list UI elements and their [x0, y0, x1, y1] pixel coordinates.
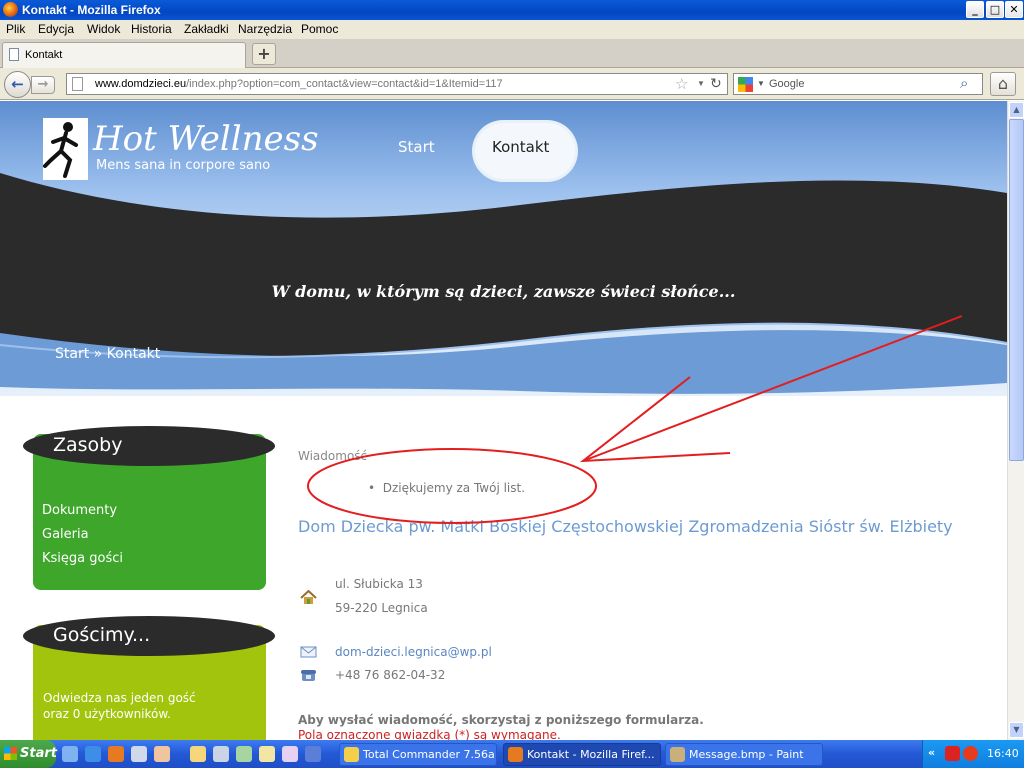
tab-bar: Kontakt [0, 39, 1024, 68]
url-bar[interactable]: www.domdzieci.eu/index.php?option=com_co… [66, 73, 728, 95]
system-tray: « 16:40 [922, 740, 1024, 768]
phone-number: +48 76 862-04-32 [335, 668, 446, 682]
taskbar-firefox[interactable]: Kontakt - Mozilla Firef... [503, 743, 661, 766]
site-header: Hot Wellness Mens sana in corpore sano S… [0, 101, 1007, 396]
logo-subtitle: Mens sana in corpore sano [96, 158, 271, 173]
total-commander-icon [344, 747, 359, 762]
folder-icon[interactable] [190, 746, 206, 762]
scrollbar-thumb[interactable] [1009, 119, 1024, 461]
chevron-down-icon[interactable]: ▼ [697, 79, 705, 88]
search-box[interactable]: ▼ Google ⌕ [733, 73, 983, 95]
url-text: www.domdzieci.eu/index.php?option=com_co… [95, 78, 503, 90]
menu-zakladki[interactable]: Zakładki [184, 22, 229, 36]
email-link[interactable]: dom-dzieci.legnica@wp.pl [335, 645, 492, 659]
window-title: Kontakt - Mozilla Firefox [22, 3, 161, 17]
guests-line-2: oraz 0 użytkowników. [43, 707, 171, 721]
message-label: Wiadomość [298, 449, 368, 463]
windows-logo-icon [4, 747, 17, 760]
tray-expand-icon[interactable]: « [928, 746, 935, 759]
minimize-button[interactable]: _ [966, 1, 984, 18]
notes-icon[interactable] [259, 746, 275, 762]
paint-icon [670, 747, 685, 762]
menu-widok[interactable]: Widok [87, 22, 120, 36]
firefox-icon [3, 2, 18, 17]
search-placeholder: Google [769, 78, 805, 90]
tab-label: Kontakt [25, 49, 63, 61]
scroll-up-icon[interactable]: ▲ [1009, 102, 1024, 118]
runner-logo-icon[interactable] [43, 118, 88, 180]
sidebar-item-galeria[interactable]: Galeria [42, 527, 89, 542]
forward-button[interactable]: → [31, 76, 55, 94]
envelope-icon [300, 644, 317, 658]
calculator-icon[interactable] [213, 746, 229, 762]
vertical-scrollbar[interactable]: ▲ ▼ [1007, 101, 1024, 740]
nav-kontakt-link[interactable]: Kontakt [492, 138, 549, 156]
message-item: • Dziękujemy za Twój list. [368, 481, 526, 495]
site-motto: W domu, w którym są dzieci, zawsze świec… [271, 282, 736, 301]
close-button[interactable]: ✕ [1005, 1, 1023, 18]
bookmark-star-icon[interactable]: ☆ [675, 75, 688, 93]
url-domain: www.domdzieci.eu [95, 78, 187, 90]
shield-icon[interactable] [945, 746, 960, 761]
menu-narzedzia[interactable]: Narzędzia [238, 22, 292, 36]
ie-icon[interactable] [85, 746, 101, 762]
sidebar-item-dokumenty[interactable]: Dokumenty [42, 503, 117, 518]
navigation-toolbar: ← → www.domdzieci.eu/index.php?option=co… [0, 68, 1024, 100]
url-path: /index.php?option=com_contact&view=conta… [186, 78, 503, 90]
sidebar-item-ksiega-gosci[interactable]: Księga gości [42, 551, 123, 566]
menu-pomoc[interactable]: Pomoc [301, 22, 338, 36]
guests-line-1: Odwiedza nas jeden gość [43, 691, 196, 705]
logo-title: Hot Wellness [93, 119, 319, 159]
reload-icon[interactable]: ↻ [710, 75, 722, 92]
resources-heading: Zasoby [23, 426, 275, 466]
media-player-icon[interactable] [131, 746, 147, 762]
org-name: Dom Dziecka pw. Matki Boskiej Częstochow… [298, 517, 953, 536]
google-icon[interactable] [738, 77, 753, 92]
save-icon[interactable] [305, 746, 321, 762]
menu-plik[interactable]: Plik [6, 22, 25, 36]
maximize-button[interactable]: □ [986, 1, 1004, 18]
chevron-down-icon[interactable]: ▼ [757, 79, 765, 88]
antivirus-icon[interactable] [963, 746, 978, 761]
breadcrumb[interactable]: Start » Kontakt [55, 346, 160, 362]
tab-kontakt[interactable]: Kontakt [2, 42, 246, 68]
taskbar-paint[interactable]: Message.bmp - Paint [665, 743, 823, 766]
nav-start-link[interactable]: Start [398, 138, 435, 156]
menu-edycja[interactable]: Edycja [38, 22, 74, 36]
taskbar: Start Total Commander 7.56a ... Kontakt … [0, 740, 1024, 768]
page-viewport: Hot Wellness Mens sana in corpore sano S… [0, 101, 1007, 740]
new-tab-button[interactable]: + [252, 43, 276, 65]
search-icon[interactable]: ⌕ [960, 75, 968, 92]
firefox-icon [508, 747, 523, 762]
start-button[interactable]: Start [0, 740, 57, 768]
guests-heading: Gościmy... [23, 616, 275, 656]
explorer-icon[interactable] [236, 746, 252, 762]
address-line-1: ul. Słubicka 13 [335, 577, 423, 591]
phone-icon [300, 667, 317, 681]
firefox-quicklaunch-icon[interactable] [108, 746, 124, 762]
address-line-2: 59-220 Legnica [335, 601, 428, 615]
form-required-note: Pola oznaczone gwiazdką (*) są wymagane. [298, 728, 561, 740]
opera-icon[interactable] [154, 746, 170, 762]
home-button[interactable]: ⌂ [990, 72, 1016, 96]
clock: 16:40 [987, 747, 1019, 760]
menu-bar: Plik Edycja Widok Historia Zakładki Narz… [0, 20, 1024, 39]
window-titlebar: Kontakt - Mozilla Firefox _ □ ✕ [0, 0, 1024, 20]
page-icon [72, 77, 83, 91]
menu-historia[interactable]: Historia [131, 22, 172, 36]
page-icon [9, 48, 19, 61]
scroll-down-icon[interactable]: ▼ [1009, 722, 1024, 738]
home-icon [300, 589, 317, 604]
form-intro: Aby wysłać wiadomość, skorzystaj z poniż… [298, 713, 704, 727]
desktop-icon[interactable] [62, 746, 78, 762]
taskbar-total-commander[interactable]: Total Commander 7.56a ... [339, 743, 497, 766]
back-button[interactable]: ← [4, 71, 31, 98]
clipboard-icon[interactable] [282, 746, 298, 762]
